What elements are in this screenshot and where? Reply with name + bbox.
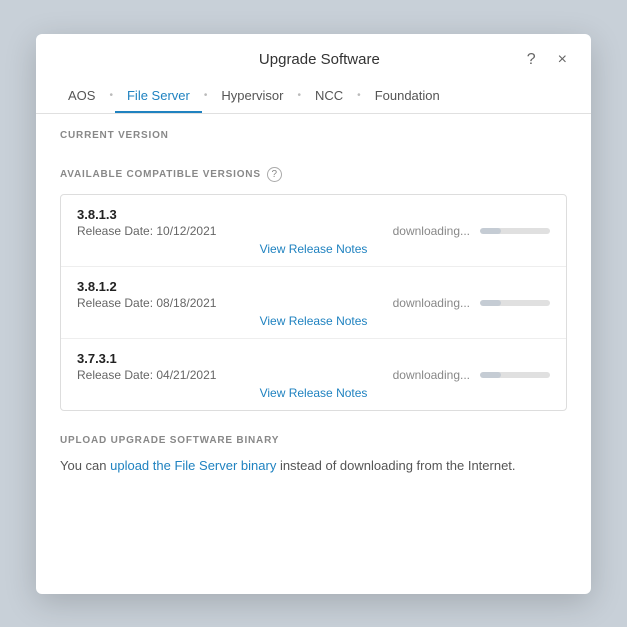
tab-file-server[interactable]: File Server <box>115 80 202 113</box>
available-label: AVAILABLE COMPATIBLE VERSIONS <box>60 169 261 180</box>
upload-section: UPLOAD UPGRADE SOFTWARE BINARY You can u… <box>60 435 567 476</box>
close-button[interactable]: × <box>554 50 571 70</box>
downloading-label-2: downloading... <box>393 296 470 310</box>
dialog-title: Upgrade Software <box>116 51 523 68</box>
version-number-2: 3.8.1.2 <box>77 279 117 294</box>
available-header: AVAILABLE COMPATIBLE VERSIONS ? <box>60 167 567 182</box>
dialog-header: Upgrade Software ? × <box>36 34 591 70</box>
tab-dot-4: • <box>355 91 363 101</box>
tab-dot-1: • <box>107 91 115 101</box>
download-status-2: downloading... <box>393 296 550 310</box>
version-top-1: 3.8.1.3 <box>77 207 550 222</box>
dialog-body: CURRENT VERSION AVAILABLE COMPATIBLE VER… <box>36 114 591 594</box>
upload-suffix: instead of downloading from the Internet… <box>276 458 515 473</box>
progress-bar-fill-2 <box>480 300 501 306</box>
tab-foundation[interactable]: Foundation <box>363 80 452 113</box>
version-row-2: 3.8.1.2 Release Date: 08/18/2021 downloa… <box>61 267 566 339</box>
version-meta-2: Release Date: 08/18/2021 downloading... <box>77 296 550 310</box>
upload-prefix: You can <box>60 458 110 473</box>
version-meta-1: Release Date: 10/12/2021 downloading... <box>77 224 550 238</box>
view-release-notes-1[interactable]: View Release Notes <box>77 242 550 256</box>
release-date-1: Release Date: 10/12/2021 <box>77 224 216 238</box>
tab-dot-2: • <box>202 91 210 101</box>
release-date-3: Release Date: 04/21/2021 <box>77 368 216 382</box>
tab-hypervisor[interactable]: Hypervisor <box>209 80 295 113</box>
tab-aos[interactable]: AOS <box>56 80 107 113</box>
upload-link[interactable]: upload the File Server binary <box>110 458 276 473</box>
upload-text: You can upload the File Server binary in… <box>60 456 567 476</box>
versions-list: 3.8.1.3 Release Date: 10/12/2021 downloa… <box>60 194 567 411</box>
version-number-3: 3.7.3.1 <box>77 351 117 366</box>
version-row-3: 3.7.3.1 Release Date: 04/21/2021 downloa… <box>61 339 566 410</box>
downloading-label-3: downloading... <box>393 368 470 382</box>
progress-bar-fill-3 <box>480 372 501 378</box>
view-release-notes-2[interactable]: View Release Notes <box>77 314 550 328</box>
upload-label: UPLOAD UPGRADE SOFTWARE BINARY <box>60 435 567 446</box>
header-icons: ? × <box>523 50 571 70</box>
upgrade-software-dialog: Upgrade Software ? × AOS • File Server •… <box>36 34 591 594</box>
version-top-2: 3.8.1.2 <box>77 279 550 294</box>
release-date-2: Release Date: 08/18/2021 <box>77 296 216 310</box>
help-button[interactable]: ? <box>523 50 540 70</box>
progress-bar-wrap-2 <box>480 300 550 306</box>
tab-dot-3: • <box>295 91 303 101</box>
progress-bar-fill-1 <box>480 228 501 234</box>
version-top-3: 3.7.3.1 <box>77 351 550 366</box>
current-version-label: CURRENT VERSION <box>60 130 567 141</box>
download-status-3: downloading... <box>393 368 550 382</box>
version-row: 3.8.1.3 Release Date: 10/12/2021 downloa… <box>61 195 566 267</box>
progress-bar-wrap-3 <box>480 372 550 378</box>
downloading-label-1: downloading... <box>393 224 470 238</box>
info-icon[interactable]: ? <box>267 167 282 182</box>
view-release-notes-3[interactable]: View Release Notes <box>77 386 550 400</box>
download-status-1: downloading... <box>393 224 550 238</box>
progress-bar-wrap-1 <box>480 228 550 234</box>
version-number-1: 3.8.1.3 <box>77 207 117 222</box>
tab-ncc[interactable]: NCC <box>303 80 355 113</box>
tab-bar: AOS • File Server • Hypervisor • NCC • F… <box>36 80 591 114</box>
version-meta-3: Release Date: 04/21/2021 downloading... <box>77 368 550 382</box>
current-version-section: CURRENT VERSION <box>60 130 567 151</box>
